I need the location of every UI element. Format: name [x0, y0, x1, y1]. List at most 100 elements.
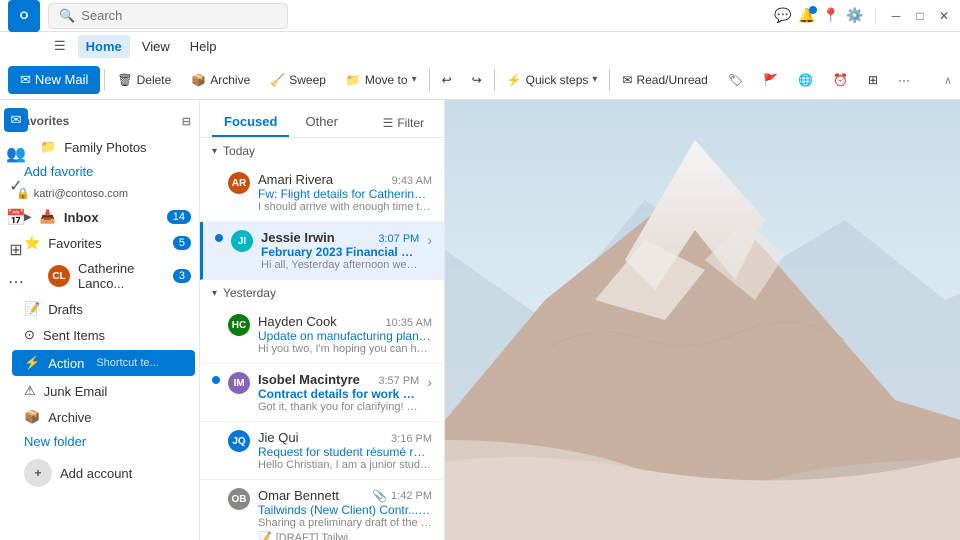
- sidebar-item-archive[interactable]: 📦 Archive: [8, 404, 199, 430]
- sidebar-item-junk[interactable]: ⚠ Junk Email: [8, 378, 199, 404]
- sidebar-item-favorites-sub[interactable]: ⭐ Favorites 5: [8, 230, 199, 256]
- email-item[interactable]: JI Jessie Irwin 3:07 PM February 2023 Fi…: [200, 222, 444, 280]
- tab-focused[interactable]: Focused: [212, 108, 289, 137]
- email-item[interactable]: HC Hayden Cook 10:35 AM Update on manufa…: [200, 306, 444, 364]
- tab-other[interactable]: Other: [293, 108, 350, 137]
- search-bar[interactable]: 🔍: [48, 3, 288, 29]
- inbox-badge: 14: [167, 210, 191, 224]
- email-item[interactable]: AR Amari Rivera 9:43 AM Fw: Flight detai…: [200, 164, 444, 222]
- email-header: Omar Bennett 📎 1:42 PM: [258, 488, 432, 503]
- email-item[interactable]: JQ Jie Qui 3:16 PM Request for student r…: [200, 422, 444, 480]
- dropdown-arrow: ▾: [412, 74, 417, 85]
- tabs-left: Focused Other: [212, 108, 350, 137]
- favorites-sub-badge: 5: [173, 236, 191, 250]
- drafts-icon: 📝: [24, 301, 40, 317]
- email-header: Isobel Macintyre 3:57 PM: [258, 372, 419, 387]
- email-content: Amari Rivera 9:43 AM Fw: Flight details …: [258, 172, 432, 213]
- app-logo: O: [8, 0, 40, 32]
- add-account-link[interactable]: + Add account: [8, 453, 199, 493]
- email-sender: Hayden Cook: [258, 314, 337, 329]
- nav-calendar-icon[interactable]: 📅: [6, 208, 26, 228]
- unread-dot: [215, 234, 223, 242]
- more-options-button[interactable]: ···: [890, 69, 918, 91]
- sweep-button[interactable]: 🧹 Sweep: [262, 69, 334, 91]
- email-item[interactable]: OB Omar Bennett 📎 1:42 PM Tailwinds (New…: [200, 480, 444, 540]
- search-input[interactable]: [81, 8, 261, 23]
- view-options-button[interactable]: ⊞: [860, 69, 886, 91]
- nav-people-icon[interactable]: 👥: [6, 144, 26, 164]
- nav-tasks-icon[interactable]: ✓: [9, 176, 22, 196]
- email-content: Jie Qui 3:16 PM Request for student résu…: [258, 430, 432, 471]
- expand-icon[interactable]: ›: [427, 374, 432, 390]
- minimize-button[interactable]: ─: [888, 8, 904, 24]
- new-mail-button[interactable]: ✉ New Mail: [8, 66, 100, 94]
- email-header: Jie Qui 3:16 PM: [258, 430, 432, 445]
- close-button[interactable]: ✕: [936, 8, 952, 24]
- nav-mail-icon[interactable]: ✉: [4, 108, 28, 132]
- email-content: Isobel Macintyre 3:57 PM Contract detail…: [258, 372, 419, 413]
- email-subject: Fw: Flight details for Catherine's gr...: [258, 187, 432, 201]
- nav-apps-icon[interactable]: ⊞: [9, 240, 22, 260]
- expand-icon[interactable]: ›: [427, 232, 432, 248]
- attachment-icon: 📎: [372, 489, 387, 503]
- email-content: Jessie Irwin 3:07 PM February 2023 Finan…: [261, 230, 419, 271]
- chat-icon[interactable]: 💬: [775, 8, 791, 24]
- menu-view[interactable]: View: [134, 35, 178, 58]
- email-draft: 📝 [DRAFT] Tailwi...: [258, 531, 432, 540]
- filter-button[interactable]: ☰ Filter: [375, 112, 432, 134]
- maximize-button[interactable]: □: [912, 8, 928, 24]
- catherine-avatar: CL: [48, 265, 70, 287]
- sidebar-item-drafts[interactable]: 📝 Drafts: [8, 296, 199, 322]
- location-icon[interactable]: 📍: [823, 8, 839, 24]
- email-time: 3:07 PM: [378, 233, 419, 245]
- yesterday-divider[interactable]: ▾ Yesterday: [200, 280, 444, 306]
- redo-button[interactable]: ↪: [464, 69, 490, 91]
- sep: [875, 8, 876, 24]
- email-sender: Omar Bennett: [258, 488, 339, 503]
- undo-button[interactable]: ↩: [434, 69, 460, 91]
- main-layout: ✉ 👥 ✓ 📅 ⊞ ⋯ Favorites ⊟ 📁 Family Photos …: [0, 100, 960, 540]
- notification-icon[interactable]: 🔔: [799, 8, 815, 24]
- tag-button[interactable]: 🏷: [720, 69, 751, 91]
- nav-more-icon[interactable]: ⋯: [8, 272, 24, 292]
- delete-icon: 🗑: [117, 73, 132, 87]
- today-divider[interactable]: ▾ Today: [200, 138, 444, 164]
- archive-sidebar-icon: 📦: [24, 409, 40, 425]
- sidebar-item-sent[interactable]: ⊙ Sent Items: [8, 322, 199, 348]
- sidebar-item-family-photos[interactable]: 📁 Family Photos: [8, 134, 199, 160]
- hamburger-menu[interactable]: ☰: [50, 34, 70, 58]
- translate-button[interactable]: 🌐: [790, 69, 821, 91]
- favorites-collapse-icon[interactable]: ⊟: [182, 115, 191, 128]
- clock-button[interactable]: ⏰: [825, 69, 856, 91]
- archive-icon: 📦: [191, 73, 206, 87]
- email-header: Hayden Cook 10:35 AM: [258, 314, 432, 329]
- email-content: Omar Bennett 📎 1:42 PM Tailwinds (New Cl…: [258, 488, 432, 540]
- settings-icon[interactable]: ⚙️: [847, 8, 863, 24]
- account-label: 🔒 katri@contoso.com: [8, 183, 199, 204]
- collapse-btn[interactable]: ∧: [944, 72, 952, 87]
- sidebar-item-catherine[interactable]: CL Catherine Lanco... 3: [8, 256, 199, 296]
- delete-button[interactable]: 🗑 Delete: [109, 69, 179, 91]
- new-folder-link[interactable]: New folder: [8, 430, 199, 453]
- email-header: Jessie Irwin 3:07 PM: [261, 230, 419, 245]
- sidebar-item-inbox[interactable]: ▶ 📥 Inbox 14: [8, 204, 199, 230]
- toolbar-separator: [104, 69, 105, 91]
- shortcut-label: Shortcut te...: [96, 357, 158, 369]
- email-item[interactable]: IM Isobel Macintyre 3:57 PM Contract det…: [200, 364, 444, 422]
- quick-steps-button[interactable]: ⚡ Quick steps ▾: [499, 69, 606, 91]
- sidebar-item-action[interactable]: ⚡ Action Shortcut te...: [12, 350, 195, 376]
- email-sender: Jie Qui: [258, 430, 298, 445]
- read-unread-button[interactable]: ✉ Read/Unread: [614, 69, 715, 91]
- sent-icon: ⊙: [24, 327, 35, 343]
- email-subject: Request for student résumé review: [258, 445, 432, 459]
- archive-button[interactable]: 📦 Archive: [183, 69, 258, 91]
- email-time: 3:57 PM: [378, 375, 419, 387]
- catherine-badge: 3: [173, 269, 191, 283]
- menu-home[interactable]: Home: [78, 35, 130, 58]
- flag-button[interactable]: 🚩: [755, 69, 786, 91]
- email-preview: Hello Christian, I am a junior studying …: [258, 459, 432, 471]
- add-favorite-link[interactable]: Add favorite: [8, 160, 199, 183]
- move-to-button[interactable]: 📁 Move to ▾: [338, 69, 425, 91]
- yesterday-chevron: ▾: [212, 288, 217, 299]
- menu-help[interactable]: Help: [182, 35, 225, 58]
